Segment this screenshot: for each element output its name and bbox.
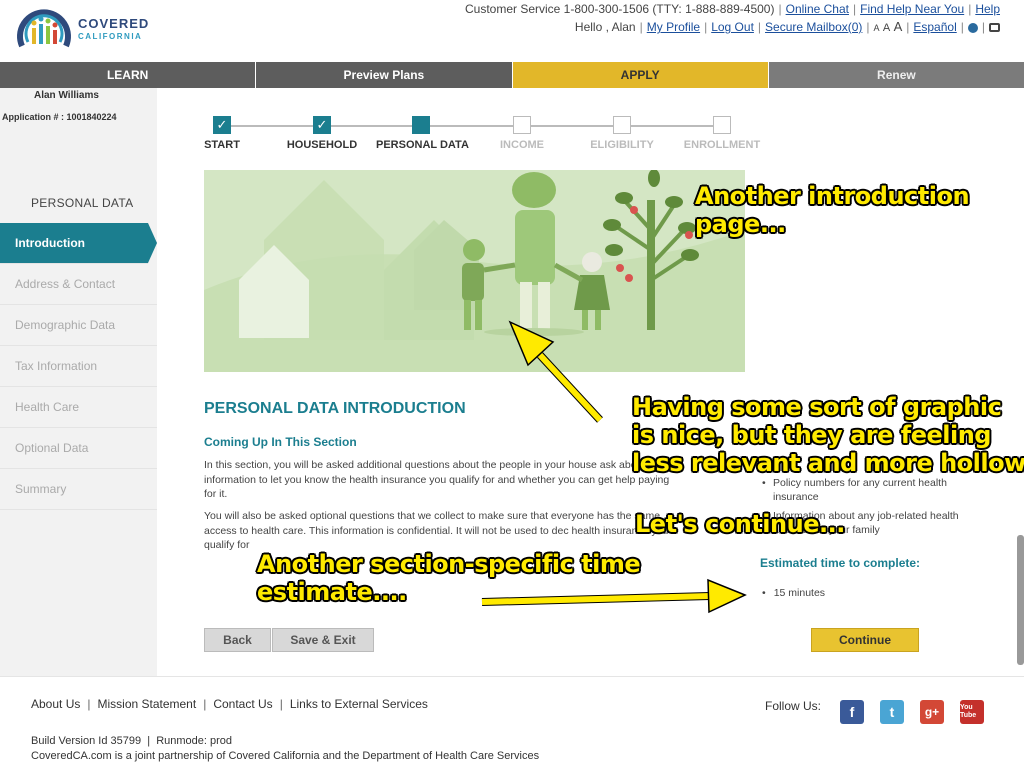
text-size-medium[interactable]: A [883,22,890,34]
sidebar-item-health-care[interactable]: Health Care [0,387,157,428]
step-empty-box [613,116,631,134]
nav-preview-plans[interactable]: Preview Plans [256,62,513,88]
footer-link-external[interactable]: Links to External Services [290,697,428,711]
progress-tracker: ✓ START ✓ HOUSEHOLD PERSONAL DATA INCOME… [200,112,780,160]
step-start: ✓ START [177,116,267,151]
step-empty-box [513,116,531,134]
scrollbar[interactable] [1017,535,1024,665]
annotation-line: is nice, but they are feeling [632,421,991,449]
greeting-text: Hello , Alan [574,20,636,34]
site-header: COVERED CALIFORNIA Customer Service 1-80… [0,0,1024,62]
bullet-icon: • [762,587,766,599]
intro-paragraph: In this section, you will be asked addit… [204,459,670,500]
main-nav: LEARN Preview Plans APPLY Renew [0,62,1024,88]
covered-california-logo[interactable]: COVERED CALIFORNIA [14,2,154,58]
back-button[interactable]: Back [204,628,271,652]
step-label: HOUSEHOLD [286,139,358,151]
my-profile-link[interactable]: My Profile [647,20,700,34]
save-exit-button[interactable]: Save & Exit [272,628,374,652]
google-plus-icon[interactable]: g+ [920,700,944,724]
section-subtitle: Coming Up In This Section [204,435,357,449]
youtube-icon[interactable]: You Tube [960,700,984,724]
text-size-small[interactable]: A [874,23,880,33]
logo-mark-icon [17,9,71,48]
annotation-intro-page: Another introduction page... [695,182,970,238]
sidebar-item-address-contact[interactable]: Address & Contact [0,264,157,305]
footer-link-contact[interactable]: Contact Us [213,697,272,711]
customer-service-text: Customer Service 1-800-300-1506 (TTY: 1-… [464,2,775,16]
annotation-line: Another introduction [695,182,970,210]
globe-icon[interactable] [967,22,978,33]
annotation-line: Having some sort of graphic [632,393,1002,421]
hero-illustration [204,170,745,372]
build-info: Build Version Id 35799 | Runmode: prod C… [31,735,540,762]
step-label: ELIGIBILITY [590,139,654,151]
online-chat-link[interactable]: Online Chat [786,2,849,16]
sidebar-item-tax-information[interactable]: Tax Information [0,346,157,387]
annotation-continue: Let's continue... [635,510,845,538]
estimate-title: Estimated time to complete: [760,556,921,570]
continue-button[interactable]: Continue [811,628,919,652]
application-number: Application # : 1001840224 [2,112,117,122]
step-eligibility: ELIGIBILITY [577,116,667,151]
footer-link-about[interactable]: About Us [31,697,80,711]
sidebar-list: Introduction Address & Contact Demograph… [0,223,157,510]
logo-line1: COVERED [78,16,150,31]
estimate-list: • 15 minutes [760,587,825,599]
print-icon[interactable] [989,23,1000,33]
step-label: INCOME [500,139,544,151]
facebook-icon[interactable]: f [840,700,864,724]
youtube-label: You Tube [960,704,977,719]
annotation-time-estimate: Another section-specific time estimate..… [257,550,641,606]
sidebar-item-demographic-data[interactable]: Demographic Data [0,305,157,346]
step-empty-box [713,116,731,134]
follow-us-label: Follow Us: [765,699,822,713]
espanol-link[interactable]: Español [913,20,956,34]
footer-link-mission[interactable]: Mission Statement [97,697,196,711]
annotation-line: less relevant and more hollow. [632,449,1024,477]
step-checkmark-icon: ✓ [313,116,331,134]
twitter-icon[interactable]: t [880,700,904,724]
step-label: START [204,139,240,151]
page-title: PERSONAL DATA INTRODUCTION [204,400,466,417]
estimate-value: 15 minutes [773,587,826,599]
step-current-box [412,116,430,134]
site-footer: About Us | Mission Statement | Contact Us | Li… [0,676,1024,768]
sidebar-item-introduction[interactable]: Introduction [0,223,157,264]
step-enrollment: ENROLLMENT [677,116,767,151]
family-illustration-icon [204,170,745,372]
nav-learn[interactable]: LEARN [0,62,257,88]
build-version: Build Version Id 35799 [31,735,142,747]
user-name: Alan Williams [34,90,99,101]
step-personal-data: PERSONAL DATA [376,116,469,151]
sidebar-section-title: PERSONAL DATA [31,196,134,210]
step-checkmark-icon: ✓ [213,116,231,134]
log-out-link[interactable]: Log Out [711,20,754,34]
annotation-line: Another section-specific time [257,550,641,578]
partnership-text: CoveredCA.com is a joint partnership of … [31,750,540,762]
sidebar-item-summary[interactable]: Summary [0,469,157,510]
logo-text: COVERED CALIFORNIA [78,16,149,41]
help-link[interactable]: Help [975,2,1000,16]
find-help-link[interactable]: Find Help Near You [860,2,964,16]
step-label: PERSONAL DATA [376,139,469,151]
list-item: Policy numbers for any current health in… [760,476,990,504]
annotation-line: estimate.... [257,578,407,606]
step-label: ENROLLMENT [683,139,761,151]
annotation-line: page... [695,210,786,238]
sidebar: Alan Williams Application # : 1001840224… [0,88,157,676]
text-size-large[interactable]: A [894,19,903,34]
runmode: Runmode: prod [156,735,233,747]
optional-paragraph: You will also be asked optional question… [204,510,669,551]
step-income: INCOME [477,116,567,151]
utility-links: Customer Service 1-800-300-1506 (TTY: 1-… [464,2,1000,34]
step-household: ✓ HOUSEHOLD [277,116,367,151]
nav-renew[interactable]: Renew [768,62,1024,88]
sidebar-item-optional-data[interactable]: Optional Data [0,428,157,469]
nav-apply[interactable]: APPLY [512,62,769,88]
logo-line2: CALIFORNIA [78,32,143,41]
secure-mailbox-link[interactable]: Secure Mailbox(0) [765,20,862,34]
footer-links: About Us | Mission Statement | Contact Us | Li… [31,697,428,711]
annotation-graphic: Having some sort of graphic is nice, but… [632,393,1024,477]
